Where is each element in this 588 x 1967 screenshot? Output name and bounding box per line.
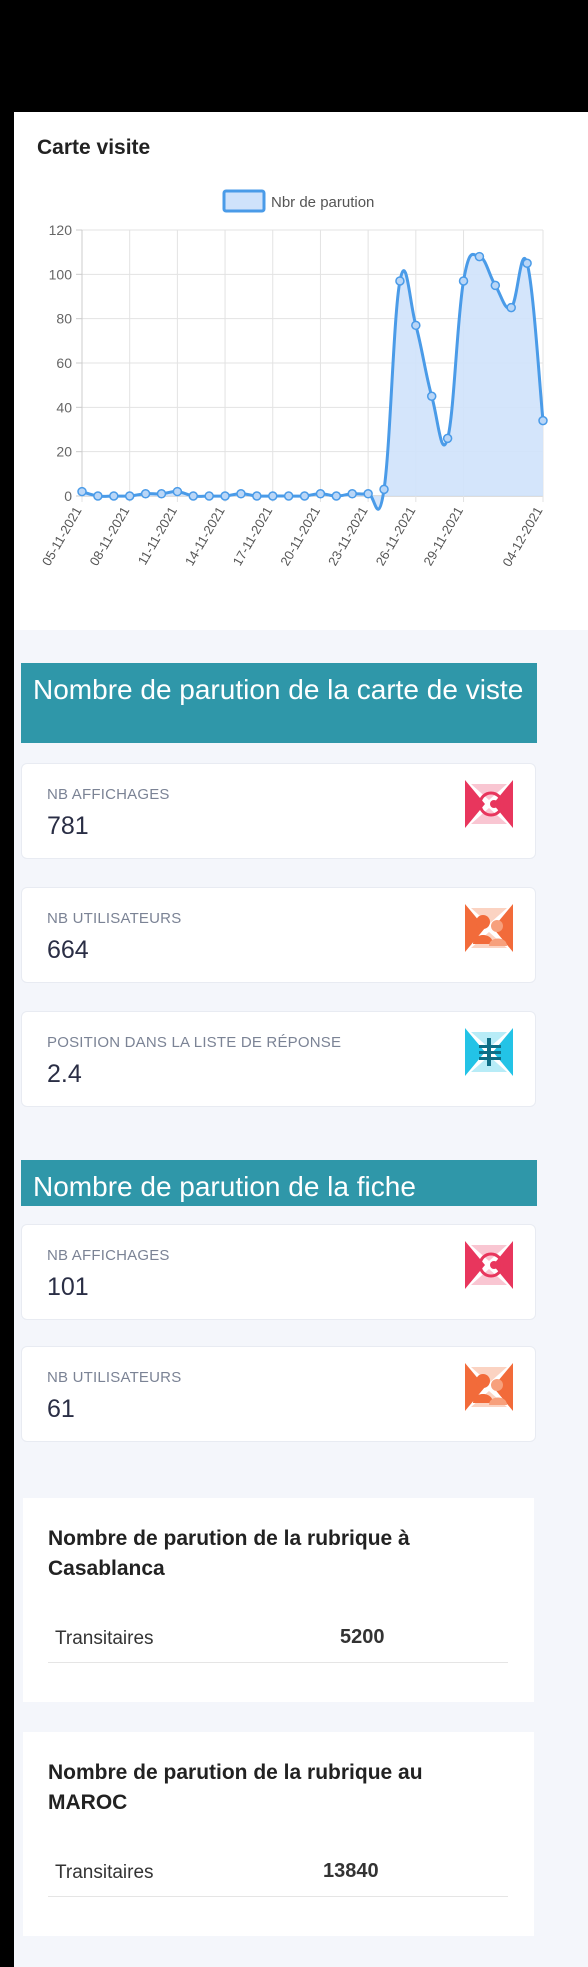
data-point[interactable] — [426, 391, 437, 401]
users-icon — [465, 904, 513, 952]
stat-card-affichages-fiche: NB AFFICHAGES 101 — [21, 1224, 536, 1320]
data-point[interactable] — [347, 489, 357, 499]
x-tick-label: 26-11-2021 — [373, 504, 419, 568]
rubrique-title: Nombre de parution de la rubrique au MAR… — [48, 1761, 423, 1814]
data-point[interactable] — [124, 491, 135, 501]
rubrique-name: Transitaires — [55, 1628, 154, 1649]
data-point[interactable] — [315, 489, 326, 499]
data-point[interactable] — [379, 484, 389, 495]
rubrique-maroc-card: Nombre de parution de la rubrique au MAR… — [23, 1732, 534, 1936]
y-tick-label: 100 — [49, 266, 73, 282]
stat-value: 781 — [47, 812, 89, 840]
data-point[interactable] — [411, 320, 421, 331]
data-point[interactable] — [363, 489, 373, 499]
x-tick-label: 17-11-2021 — [230, 504, 276, 568]
data-point[interactable] — [188, 491, 199, 501]
list-position-icon — [465, 1028, 513, 1076]
parution-line-chart: 0 20 40 60 80 100 120 05-11-2021 08-11-2021 11-1… — [39, 189, 548, 569]
stat-label: POSITION DANS LA LISTE DE RÉPONSE — [47, 1034, 342, 1051]
rubrique-value: 13840 — [323, 1860, 379, 1882]
stat-value: 2.4 — [47, 1060, 82, 1088]
table-row: Transitaires 5200 — [48, 1616, 508, 1663]
data-point[interactable] — [77, 486, 87, 497]
y-tick-label: 40 — [56, 399, 72, 415]
data-point[interactable] — [204, 491, 214, 501]
data-point[interactable] — [299, 491, 310, 501]
rubrique-title: Nombre de parution de la rubrique à Casa… — [48, 1527, 410, 1580]
eye-icon — [465, 1241, 513, 1289]
y-tick-label: 20 — [56, 444, 72, 460]
data-point[interactable] — [395, 276, 405, 286]
data-point[interactable] — [236, 489, 246, 499]
data-point[interactable] — [220, 491, 230, 501]
data-point[interactable] — [252, 491, 262, 501]
data-point[interactable] — [331, 491, 342, 501]
x-tick-label: 05-11-2021 — [39, 504, 85, 568]
section2-banner: Nombre de parution de la fiche — [21, 1160, 537, 1206]
x-tick-label: 11-11-2021 — [135, 504, 180, 567]
legend-label: Nbr de parution — [271, 194, 374, 211]
data-point[interactable] — [268, 491, 278, 501]
data-point[interactable] — [109, 491, 119, 501]
x-tick-label: 08-11-2021 — [87, 504, 133, 568]
section1-banner: Nombre de parution de la carte de viste — [21, 663, 537, 743]
data-point[interactable] — [506, 302, 516, 313]
chart-legend[interactable]: Nbr de parution — [222, 189, 374, 213]
rubrique-casablanca-card: Nombre de parution de la rubrique à Casa… — [23, 1498, 534, 1702]
y-tick-label: 120 — [49, 222, 73, 238]
data-point[interactable] — [490, 280, 501, 291]
stat-label: NB UTILISATEURS — [47, 1369, 182, 1386]
stat-label: NB UTILISATEURS — [47, 910, 182, 927]
x-tick-label: 29-11-2021 — [420, 504, 466, 568]
data-point[interactable] — [538, 415, 548, 426]
chart-card: Carte visite 0 20 40 60 80 100 120 05-11-2021 0… — [14, 112, 588, 630]
stat-card-affichages: NB AFFICHAGES 781 — [21, 763, 536, 859]
stat-label: NB AFFICHAGES — [47, 786, 170, 803]
data-point[interactable] — [442, 433, 453, 444]
x-tick-label: 04-12-2021 — [499, 504, 545, 569]
rubrique-value: 5200 — [340, 1626, 385, 1648]
stat-card-utilisateurs-fiche: NB UTILISATEURS 61 — [21, 1346, 536, 1442]
y-tick-label: 0 — [64, 488, 72, 504]
stat-card-position: POSITION DANS LA LISTE DE RÉPONSE 2.4 — [21, 1011, 536, 1107]
series-area — [82, 254, 543, 510]
data-point[interactable] — [522, 258, 532, 268]
stat-value: 61 — [47, 1395, 75, 1423]
x-tick-label: 14-11-2021 — [182, 504, 228, 568]
data-point[interactable] — [93, 491, 103, 501]
data-point[interactable] — [172, 486, 183, 497]
rubrique-name: Transitaires — [55, 1862, 154, 1883]
stat-label: NB AFFICHAGES — [47, 1247, 170, 1264]
table-row: Transitaires 13840 — [48, 1850, 508, 1897]
data-point[interactable] — [283, 491, 294, 501]
x-tick-label: 20-11-2021 — [277, 504, 323, 568]
stat-value: 664 — [47, 936, 89, 964]
legend-swatch — [222, 189, 266, 213]
y-tick-label: 60 — [56, 355, 72, 371]
y-tick-label: 80 — [56, 311, 72, 327]
users-icon — [465, 1363, 513, 1411]
page-content: Carte visite 0 20 40 60 80 100 120 05-11-2021 0… — [14, 112, 588, 1967]
stat-card-utilisateurs: NB UTILISATEURS 664 — [21, 887, 536, 983]
data-point[interactable] — [474, 251, 485, 262]
x-tick-label: 23-11-2021 — [325, 504, 371, 568]
data-point[interactable] — [458, 276, 469, 286]
eye-icon — [465, 780, 513, 828]
data-point[interactable] — [156, 489, 167, 499]
stat-value: 101 — [47, 1273, 89, 1301]
data-point[interactable] — [140, 489, 151, 499]
